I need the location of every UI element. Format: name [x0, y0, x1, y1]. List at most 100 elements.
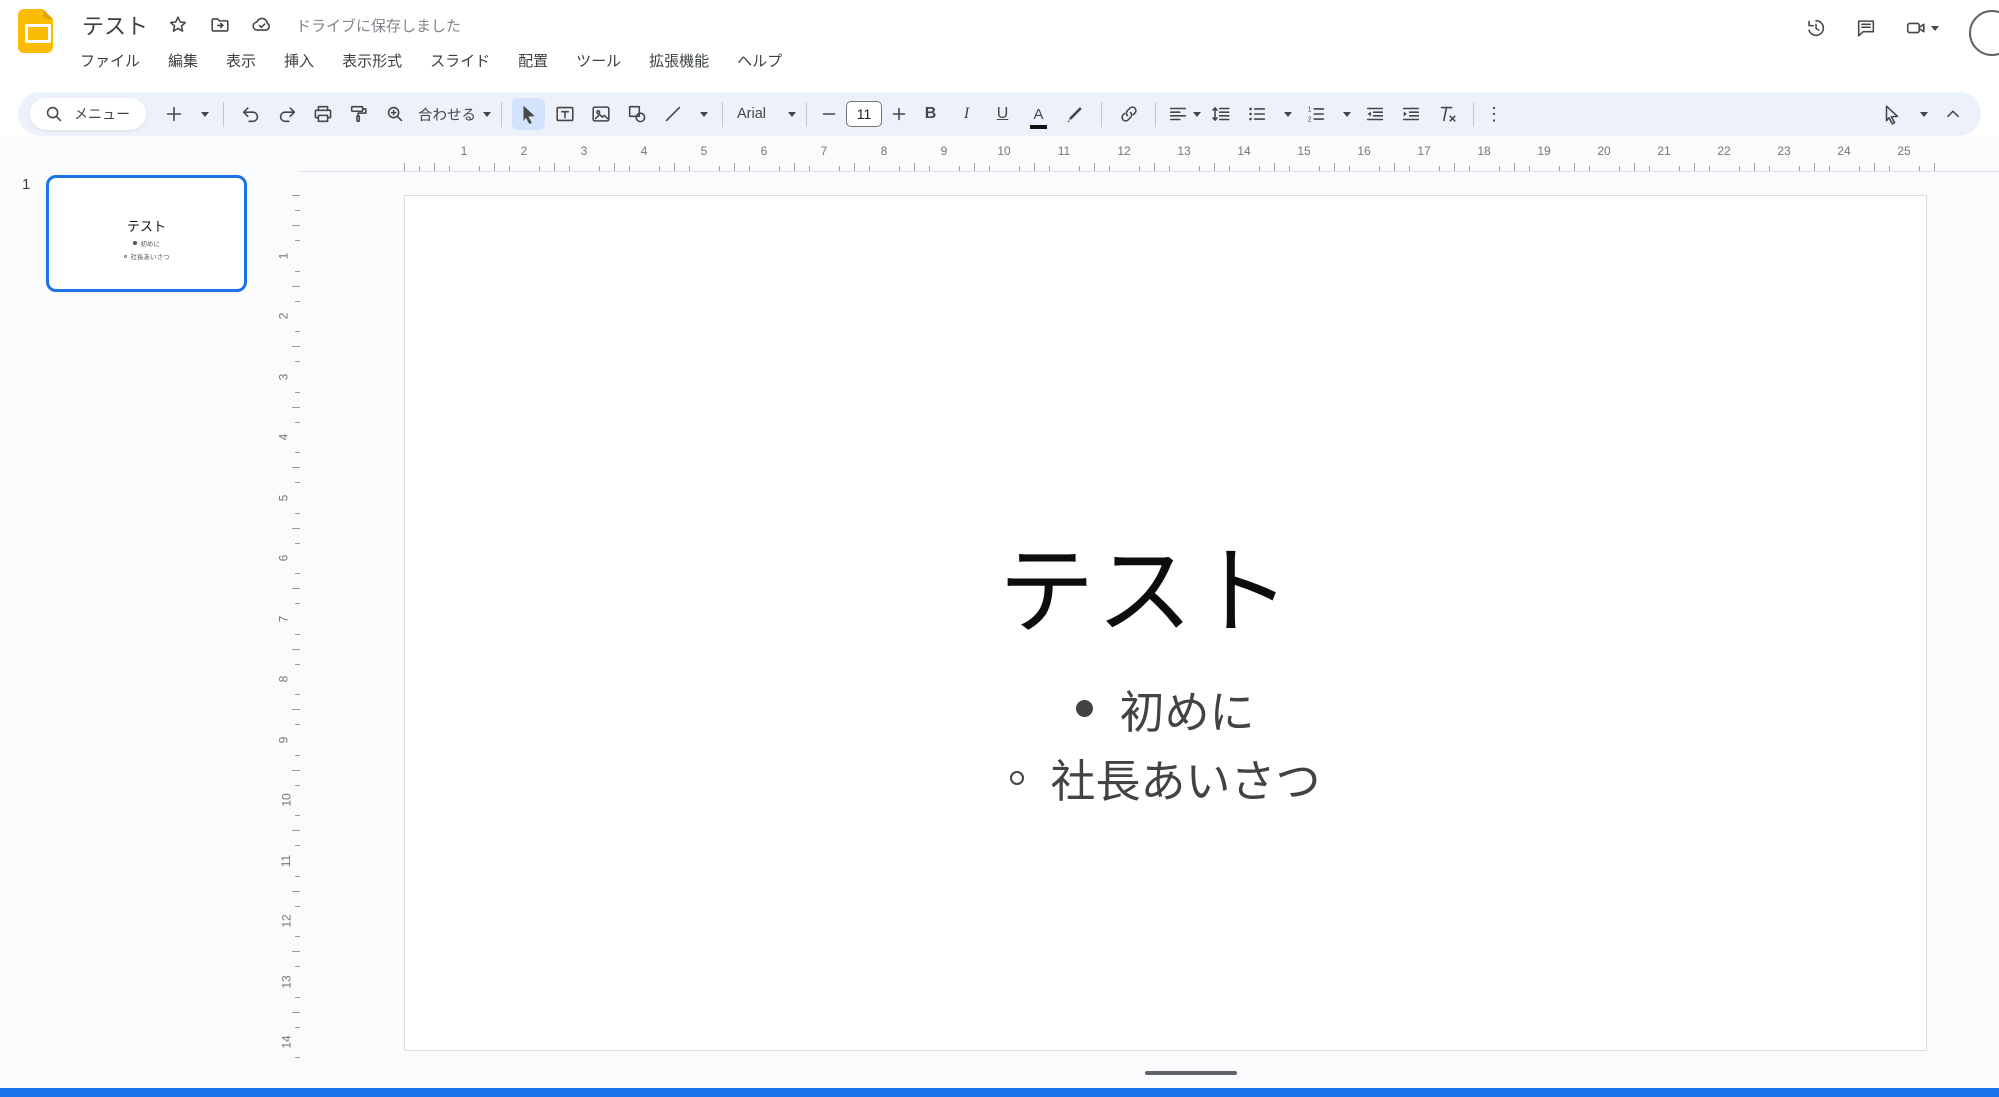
ruler-tick [1169, 166, 1170, 171]
menu-item[interactable]: 挿入 [284, 50, 314, 71]
clear-formatting-button[interactable] [1430, 98, 1463, 130]
present-pointer-button[interactable] [1875, 98, 1908, 130]
menu-item[interactable]: 拡張機能 [649, 50, 709, 71]
title-row: テスト ドライブに保存しました [82, 10, 461, 40]
ruler-tick [1034, 163, 1035, 171]
more-options-button[interactable]: ⋮ [1484, 98, 1504, 130]
menu-item[interactable]: 表示 [226, 50, 256, 71]
ruler-tick [1574, 163, 1575, 171]
ruler-label: 17 [1417, 144, 1431, 158]
star-icon[interactable] [166, 13, 190, 37]
avatar[interactable] [1969, 10, 1999, 56]
speaker-notes-drag-handle[interactable] [1145, 1071, 1237, 1075]
version-history-icon[interactable] [1804, 16, 1828, 40]
ruler-tick [1814, 163, 1815, 171]
menu-item[interactable]: スライド [430, 50, 490, 71]
saved-status-text[interactable]: ドライブに保存しました [296, 15, 461, 36]
ruler-tick [1754, 163, 1755, 171]
ruler-label: 16 [1357, 144, 1371, 158]
decrease-font-size-button[interactable] [817, 98, 841, 130]
move-folder-icon[interactable] [208, 13, 232, 37]
text-box-button[interactable] [548, 98, 581, 130]
insert-shape-button[interactable] [620, 98, 653, 130]
ruler-label: 6 [760, 144, 768, 158]
menu-item[interactable]: 配置 [518, 50, 548, 71]
bold-button[interactable]: B [914, 98, 947, 130]
chevron-down-icon [1931, 25, 1939, 31]
increase-indent-button[interactable] [1394, 98, 1427, 130]
insert-line-button[interactable] [656, 98, 689, 130]
paint-format-button[interactable] [342, 98, 375, 130]
menu-item[interactable]: ヘルプ [737, 50, 782, 71]
ruler-tick [295, 1026, 300, 1028]
workspace: 1 テスト 初めに 社長あいさつ 1 2 3 4 5 6 7 8 9 10 11 12 13 14 15 16… [0, 136, 1999, 1088]
zoom-button[interactable] [378, 98, 411, 130]
chevron-down-icon [1193, 111, 1201, 117]
fit-zoom-dropdown[interactable]: 合わせる [414, 98, 491, 130]
ruler-tick [292, 709, 300, 711]
print-button[interactable] [306, 98, 339, 130]
numbered-list-button[interactable]: 12 [1299, 98, 1332, 130]
ruler-tick [734, 163, 735, 171]
ruler-tick [292, 527, 300, 529]
underline-button[interactable]: U [986, 98, 1019, 130]
numbered-list-dropdown[interactable] [1335, 98, 1355, 130]
text-color-button[interactable]: A [1022, 98, 1055, 130]
ruler-tick [1874, 163, 1875, 171]
ruler-label: 1 [276, 252, 291, 259]
ruler-tick [914, 163, 915, 171]
header-actions [1804, 16, 1939, 40]
hide-menus-button[interactable] [1936, 98, 1969, 130]
slide-thumbnail-1[interactable]: テスト 初めに 社長あいさつ [46, 175, 247, 292]
ruler-tick [295, 361, 300, 363]
insert-link-button[interactable] [1112, 98, 1145, 130]
font-size-input[interactable]: 11 [846, 101, 882, 127]
ruler-tick [449, 166, 450, 171]
slides-logo[interactable] [18, 9, 53, 53]
decrease-indent-button[interactable] [1358, 98, 1391, 130]
line-spacing-button[interactable] [1204, 98, 1237, 130]
ruler-label: 21 [1657, 144, 1671, 158]
line-options-dropdown[interactable] [692, 98, 712, 130]
ruler-tick [295, 694, 300, 696]
new-slide-layout-dropdown[interactable] [193, 98, 213, 130]
document-title[interactable]: テスト [82, 9, 148, 41]
horizontal-ruler[interactable]: 1 2 3 4 5 6 7 8 9 10 11 12 13 14 15 16 17 18 19 20 21 22 23 24 2… [300, 142, 1999, 172]
undo-button[interactable] [234, 98, 267, 130]
bulleted-list-button[interactable] [1240, 98, 1273, 130]
ruler-label: 13 [1177, 144, 1191, 158]
slide-body-textbox[interactable]: 初めに 社長あいさつ [405, 676, 1926, 810]
new-slide-button[interactable] [157, 98, 190, 130]
ruler-label: 7 [820, 144, 828, 158]
slide-editor[interactable]: テスト 初めに 社長あいさつ [404, 195, 1927, 1051]
menu-item[interactable]: ツール [576, 50, 621, 71]
thumbnail-bullet-line: 社長あいさつ [49, 251, 244, 261]
font-family-dropdown[interactable]: Arial [733, 98, 796, 130]
insert-image-button[interactable] [584, 98, 617, 130]
ruler-tick [295, 573, 300, 575]
redo-button[interactable] [270, 98, 303, 130]
vertical-ruler[interactable]: 1 2 3 4 5 6 7 8 9 10 11 12 13 14 [276, 172, 302, 1088]
increase-font-size-button[interactable] [887, 98, 911, 130]
slide-title-textbox[interactable]: テスト [405, 514, 1886, 653]
comments-icon[interactable] [1854, 16, 1878, 40]
ruler-tick [1559, 166, 1560, 171]
cloud-saved-icon[interactable] [250, 13, 274, 37]
italic-button[interactable]: I [950, 98, 983, 130]
menu-item[interactable]: 編集 [168, 50, 198, 71]
numbered-list-icon: 12 [1304, 102, 1328, 126]
bulleted-list-dropdown[interactable] [1276, 98, 1296, 130]
search-menus-button[interactable]: メニュー [30, 98, 146, 130]
ruler-tick [1769, 166, 1770, 171]
ruler-label: 5 [700, 144, 708, 158]
menu-item[interactable]: ファイル [80, 50, 140, 71]
pointer-options-dropdown[interactable] [1912, 98, 1932, 130]
highlight-color-button[interactable] [1058, 98, 1091, 130]
ruler-tick [292, 1011, 300, 1013]
select-tool-button[interactable] [512, 98, 545, 130]
menu-item[interactable]: 表示形式 [342, 50, 402, 71]
ruler-tick [295, 633, 300, 635]
ruler-tick [929, 166, 930, 171]
align-dropdown[interactable] [1166, 98, 1201, 130]
meet-camera-button[interactable] [1904, 16, 1939, 40]
